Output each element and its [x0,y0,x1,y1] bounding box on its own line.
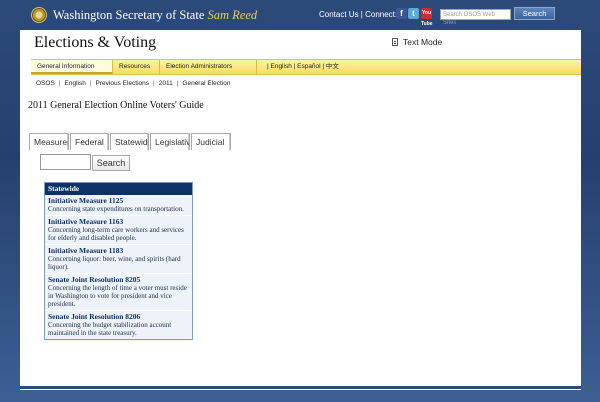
list-item[interactable]: Senate Joint Resolution 8205 Concerning … [45,274,192,311]
site-search-button[interactable]: Search [514,7,555,20]
tab-legislative[interactable]: Legislative [150,133,190,150]
site-title-prefix: Washington Secretary of State [53,8,205,22]
breadcrumb-previous-elections[interactable]: Previous Elections [96,80,149,87]
breadcrumb-general-election: General Election [182,80,231,87]
text-mode-link[interactable]: Text Mode [392,37,442,47]
section-title: Elections & Voting [34,34,157,51]
tab-measures[interactable]: Measures [29,133,69,150]
text-mode-label: Text Mode [403,37,443,47]
measure-description: Concerning the budget stabilization acco… [48,321,172,337]
tab-judicial[interactable]: Judicial [191,133,231,150]
measure-title[interactable]: Senate Joint Resolution 8205 [48,275,189,284]
document-icon [392,38,398,46]
breadcrumb: OSOS | English | Previous Elections | 2011 | Gen… [36,80,231,87]
secretary-name: Sam Reed [207,8,258,22]
measure-description: Concerning long-term care workers and se… [48,226,184,242]
measure-title[interactable]: Initiative Measure 1125 [48,196,189,205]
measure-description: Concerning liquor: beer, wine, and spiri… [48,255,181,271]
measure-description: Concerning state expenditures on transpo… [48,205,184,213]
language-links[interactable]: | English | Español | 中文 [267,60,339,74]
guide-search-input[interactable] [40,154,91,170]
facebook-icon[interactable]: f [396,8,407,19]
statewide-header: Statewide [45,183,192,195]
footer-divider [20,386,581,389]
measure-title[interactable]: Initiative Measure 1183 [48,246,189,255]
nav-general-information[interactable]: General Information [31,60,113,74]
measure-description: Concerning the length of time a voter mu… [48,284,187,308]
list-item[interactable]: Initiative Measure 1125 Concerning state… [45,195,192,216]
nav-election-administrators[interactable]: Election Administrators [160,60,257,74]
state-seal-icon[interactable] [31,7,47,23]
site-search-input[interactable]: Search OSOS Web Sites [440,9,511,26]
statewide-list: Statewide Initiative Measure 1125 Concer… [44,182,193,340]
breadcrumb-2011[interactable]: 2011 [159,80,173,87]
list-item[interactable]: Initiative Measure 1163 Concerning long-… [45,216,192,245]
measure-title[interactable]: Initiative Measure 1163 [48,217,189,226]
breadcrumb-english[interactable]: English [65,80,86,87]
tab-federal[interactable]: Federal [70,133,109,150]
content-panel: Elections & Voting Text Mode General Inf… [20,30,581,390]
breadcrumb-osos[interactable]: OSOS [36,80,55,87]
guide-search-button[interactable]: Search [92,155,130,171]
contact-link[interactable]: Contact Us | Connect: [319,10,397,19]
tab-statewide[interactable]: Statewide [110,133,149,150]
list-item[interactable]: Senate Joint Resolution 8206 Concerning … [45,311,192,339]
youtube-icon[interactable]: You Tube [421,8,433,27]
measure-title[interactable]: Senate Joint Resolution 8206 [48,312,189,321]
top-bar: Washington Secretary of State Sam Reed C… [0,0,600,30]
twitter-icon[interactable]: t [408,8,419,19]
nav-resources[interactable]: Resources [113,60,160,74]
site-title[interactable]: Washington Secretary of State Sam Reed [53,8,257,23]
list-item[interactable]: Initiative Measure 1183 Concerning liquo… [45,245,192,274]
page-title: 2011 General Election Online Voters' Gui… [28,100,204,111]
main-nav: General Information Resources Election A… [31,59,581,75]
